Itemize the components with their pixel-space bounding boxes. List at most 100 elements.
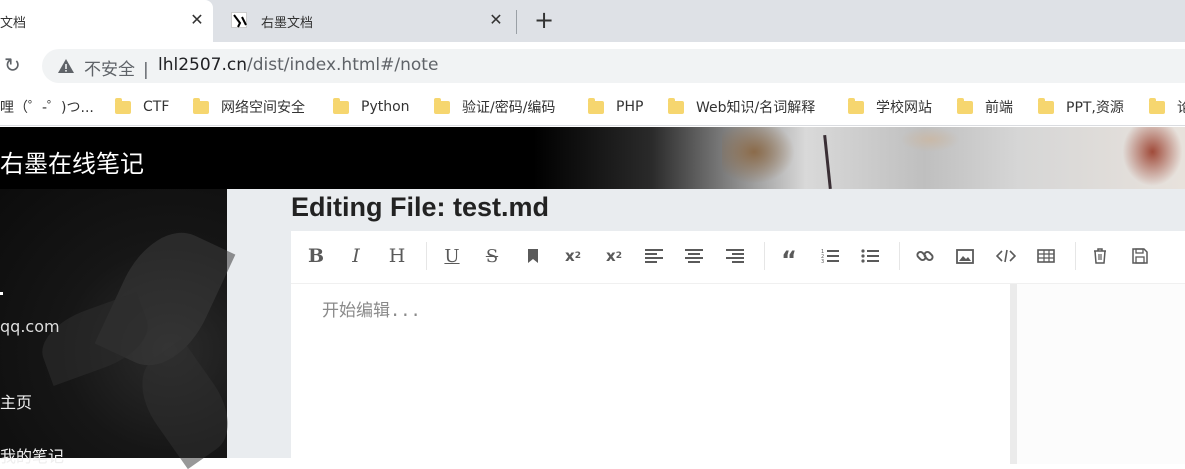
save-button[interactable] bbox=[1128, 244, 1152, 268]
align-left-button[interactable] bbox=[642, 244, 666, 268]
warning-icon[interactable] bbox=[57, 57, 75, 75]
tab-label: 右墨文档 bbox=[261, 16, 314, 31]
svg-text:3: 3 bbox=[821, 259, 824, 264]
security-label: 不安全 | bbox=[84, 55, 149, 80]
align-left-icon bbox=[645, 249, 663, 263]
bookmark-folder[interactable]: 论 bbox=[1149, 97, 1185, 117]
mark-button[interactable] bbox=[521, 244, 545, 268]
bookmark-folder[interactable]: CTF bbox=[115, 97, 169, 117]
bookmark-folder[interactable]: 网络空间安全 bbox=[193, 97, 305, 117]
code-button[interactable] bbox=[994, 244, 1018, 268]
avatar bbox=[0, 292, 3, 295]
page-title: Editing File: test.md bbox=[291, 192, 550, 222]
bookmark-folder[interactable]: PPT,资源 bbox=[1038, 97, 1124, 117]
bookmark-label: PHP bbox=[616, 99, 644, 115]
folder-icon bbox=[115, 97, 131, 114]
underline-button[interactable]: U bbox=[440, 244, 464, 268]
align-center-icon bbox=[685, 249, 703, 263]
toolbar-divider bbox=[899, 242, 900, 270]
folder-icon bbox=[434, 97, 450, 114]
reload-icon[interactable]: ↻ bbox=[4, 54, 26, 76]
header-image-accent bbox=[1120, 127, 1185, 189]
bookmark-label: Python bbox=[361, 99, 410, 115]
bookmark-label: PPT,资源 bbox=[1066, 100, 1124, 116]
bookmark-label: 学校网站 bbox=[876, 100, 932, 116]
bookmark-folder[interactable]: PHP bbox=[588, 97, 643, 117]
tab-label: 文档 bbox=[0, 16, 27, 31]
bookmark-label: CTF bbox=[143, 99, 170, 115]
site-header bbox=[0, 127, 1185, 189]
bookmark-item[interactable]: 哩（゜-゜)つ... bbox=[0, 97, 94, 117]
editor-placeholder: 开始编辑... bbox=[322, 301, 421, 321]
bookmark-label: 网络空间安全 bbox=[221, 100, 305, 116]
align-right-button[interactable] bbox=[723, 244, 747, 268]
tab-active[interactable]: 文档 ✕ bbox=[0, 0, 213, 42]
folder-icon bbox=[1149, 97, 1165, 114]
trash-icon bbox=[1094, 248, 1106, 264]
bookmark-folder[interactable]: Python bbox=[333, 97, 410, 117]
user-email: qq.com bbox=[0, 317, 60, 336]
toolbar-divider bbox=[1075, 242, 1076, 270]
quote-button[interactable]: “ bbox=[777, 244, 801, 272]
bookmark-label: 前端 bbox=[985, 100, 1013, 116]
sidebar-item-home[interactable]: 主页 bbox=[0, 389, 32, 413]
ordered-list-icon: 123 bbox=[821, 249, 839, 264]
align-center-button[interactable] bbox=[682, 244, 706, 268]
bookmark-icon bbox=[528, 249, 538, 263]
bookmark-label: 哩（゜-゜)つ... bbox=[0, 100, 94, 116]
url-host: lhl2507.cn bbox=[158, 55, 248, 75]
header-image-flower bbox=[722, 127, 802, 189]
ordered-list-button[interactable]: 123 bbox=[818, 244, 842, 268]
close-icon[interactable]: ✕ bbox=[187, 10, 207, 30]
folder-icon bbox=[193, 97, 209, 114]
bookmark-label: 论 bbox=[1177, 100, 1185, 116]
align-right-icon bbox=[726, 249, 744, 263]
trash-button[interactable] bbox=[1088, 244, 1112, 268]
image-button[interactable] bbox=[953, 244, 977, 268]
close-icon[interactable]: ✕ bbox=[486, 10, 506, 30]
folder-icon bbox=[1038, 97, 1054, 114]
header-image-detail bbox=[900, 127, 960, 152]
strikethrough-button[interactable]: S bbox=[480, 244, 504, 268]
bookmark-folder[interactable]: 前端 bbox=[957, 97, 1013, 117]
bookmark-folder[interactable]: 学校网站 bbox=[848, 97, 932, 117]
pane-divider[interactable] bbox=[1010, 284, 1017, 464]
new-tab-button[interactable]: + bbox=[533, 8, 555, 34]
url-text[interactable]: lhl2507.cn/dist/index.html#/note bbox=[158, 55, 438, 75]
site-title[interactable]: 右墨在线笔记 bbox=[0, 144, 144, 179]
url-path: /dist/index.html#/note bbox=[247, 55, 439, 75]
image-icon bbox=[956, 248, 974, 264]
table-icon bbox=[1037, 249, 1055, 263]
bookmark-folder[interactable]: Web知识/名词解释 bbox=[668, 97, 815, 117]
url-separator: | bbox=[143, 60, 149, 80]
heading-button[interactable]: H bbox=[385, 244, 409, 268]
bookmark-folder[interactable]: 验证/密码/编码 bbox=[434, 97, 555, 117]
favicon-icon bbox=[231, 12, 247, 28]
folder-icon bbox=[333, 97, 349, 114]
folder-icon bbox=[668, 97, 684, 114]
superscript-button[interactable]: x2 bbox=[561, 244, 585, 268]
subscript-button[interactable]: x2 bbox=[602, 244, 626, 268]
folder-icon bbox=[588, 97, 604, 114]
bold-button[interactable]: B bbox=[304, 244, 328, 268]
table-button[interactable] bbox=[1034, 244, 1058, 268]
tab-youmo-docs[interactable]: 右墨文档 ✕ bbox=[220, 0, 516, 42]
folder-icon bbox=[848, 97, 864, 114]
save-icon bbox=[1132, 248, 1148, 264]
preview-pane bbox=[1017, 284, 1185, 464]
code-icon bbox=[996, 249, 1016, 263]
unordered-list-icon bbox=[861, 249, 879, 263]
tab-separator bbox=[516, 10, 517, 34]
sidebar-decoration bbox=[33, 291, 157, 387]
bookmark-label: 验证/密码/编码 bbox=[462, 100, 556, 116]
folder-icon bbox=[957, 97, 973, 114]
toolbar-divider bbox=[426, 242, 427, 270]
link-button[interactable] bbox=[913, 244, 937, 268]
toolbar-divider bbox=[764, 242, 765, 270]
link-icon bbox=[916, 250, 934, 262]
security-text: 不安全 bbox=[84, 60, 135, 80]
sidebar-item-my-notes[interactable]: 我的笔记 bbox=[0, 443, 64, 467]
bookmark-label: Web知识/名词解释 bbox=[696, 100, 816, 116]
unordered-list-button[interactable] bbox=[858, 244, 882, 268]
italic-button[interactable]: I bbox=[344, 244, 368, 268]
